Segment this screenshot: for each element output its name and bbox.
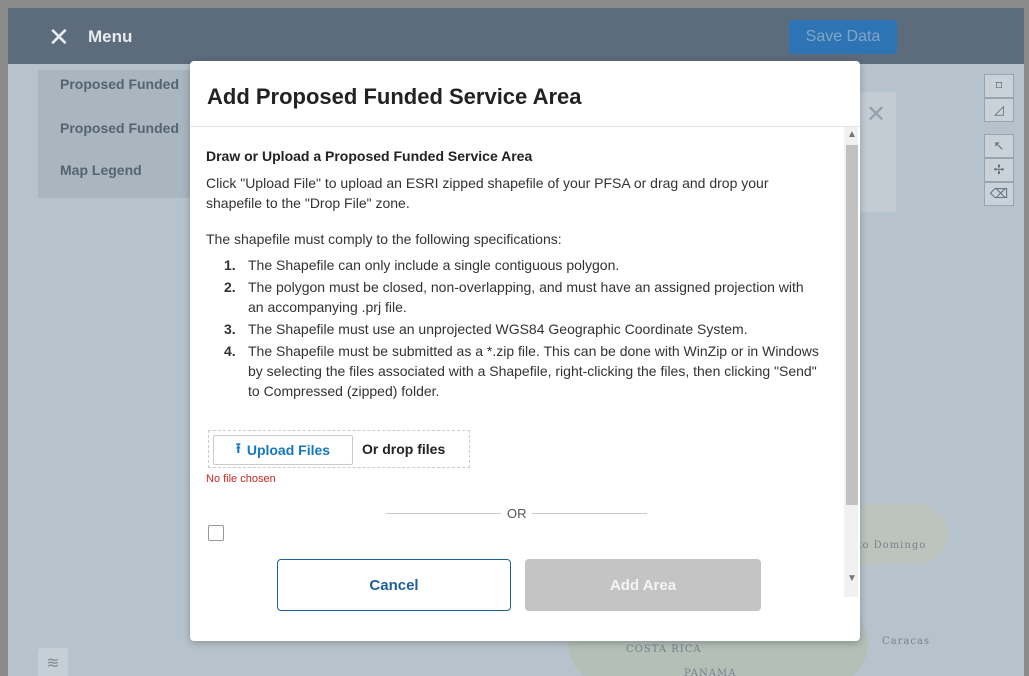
pointer-icon[interactable]: ↖ (984, 134, 1014, 158)
side-panel: Proposed Funded Proposed Funded Map Lege… (38, 70, 198, 198)
map-label-panama: PANAMA (684, 668, 737, 676)
upload-files-button[interactable]: ⭱ Upload Files (213, 435, 353, 465)
list-item: 1. The Shapefile can only include a sing… (220, 255, 820, 275)
side-item-proposed-funded-1[interactable]: Proposed Funded (60, 76, 179, 92)
polygon-icon[interactable]: ⌑ (984, 74, 1014, 98)
background-close-icon: ✕ (866, 101, 887, 128)
drop-files-label: Or drop files (362, 441, 446, 457)
or-separator: OR (507, 506, 527, 521)
option-checkbox[interactable] (208, 525, 224, 541)
spec-text: The Shapefile must be submitted as a *.z… (248, 343, 819, 399)
divider-right (532, 513, 647, 514)
no-file-status: No file chosen (206, 473, 276, 485)
close-icon[interactable]: ✕ (48, 24, 70, 50)
intro-text: Click "Upload File" to upload an ESRI zi… (206, 175, 769, 211)
file-drop-zone[interactable]: ⭱ Upload Files Or drop files (208, 430, 470, 468)
map-label-caracas: Caracas (882, 636, 931, 647)
map-toolbar: ⌑ ◿ ↖ ✢ ⌫ (984, 74, 1014, 214)
modal-footer: Cancel Add Area (190, 559, 860, 641)
spec-text: The polygon must be closed, non-overlapp… (248, 279, 804, 315)
spec-number: 3. (224, 321, 236, 337)
list-item: 2. The polygon must be closed, non-overl… (220, 277, 820, 317)
spec-number: 2. (224, 279, 236, 295)
spec-text: The Shapefile must use an unprojected WG… (248, 321, 748, 337)
section-title: Draw or Upload a Proposed Funded Service… (206, 148, 533, 164)
add-area-button[interactable]: Add Area (525, 559, 761, 611)
modal-title: Add Proposed Funded Service Area (207, 84, 582, 109)
spec-intro: The shapefile must comply to the followi… (206, 231, 562, 247)
eraser-icon[interactable]: ⌫ (984, 182, 1014, 206)
save-data-button[interactable]: Save Data (789, 20, 897, 54)
upload-files-label: Upload Files (246, 442, 331, 458)
menu-title[interactable]: Menu (88, 27, 132, 47)
list-item: 3. The Shapefile must use an unprojected… (220, 319, 820, 339)
map-label-santo-domingo: nto Domingo (850, 540, 927, 551)
side-item-proposed-funded-2[interactable]: Proposed Funded (60, 120, 179, 136)
scrollbar-thumb[interactable] (846, 145, 858, 505)
side-item-map-legend[interactable]: Map Legend (60, 162, 142, 178)
list-item: 4. The Shapefile must be submitted as a … (220, 341, 820, 401)
map-label-costa-rica: COSTA RICA (626, 644, 702, 655)
spec-text: The Shapefile can only include a single … (248, 257, 620, 273)
scroll-up-icon[interactable]: ▲ (846, 129, 858, 141)
add-area-modal: Add Proposed Funded Service Area Draw or… (190, 61, 860, 641)
upload-icon: ⭱ (235, 440, 241, 456)
layers-icon[interactable]: ≋ (38, 648, 68, 676)
divider-left (386, 513, 501, 514)
scroll-down-icon[interactable]: ▼ (846, 573, 858, 585)
top-bar: ✕ Menu Save Data (8, 8, 1024, 64)
cancel-button[interactable]: Cancel (277, 559, 511, 611)
draw-icon[interactable]: ◿ (984, 98, 1014, 122)
move-icon[interactable]: ✢ (984, 158, 1014, 182)
modal-header: Add Proposed Funded Service Area (190, 61, 860, 127)
modal-body[interactable]: Draw or Upload a Proposed Funded Service… (190, 127, 860, 597)
spec-list: 1. The Shapefile can only include a sing… (220, 255, 820, 403)
spec-number: 1. (224, 257, 236, 273)
spec-number: 4. (224, 343, 236, 359)
